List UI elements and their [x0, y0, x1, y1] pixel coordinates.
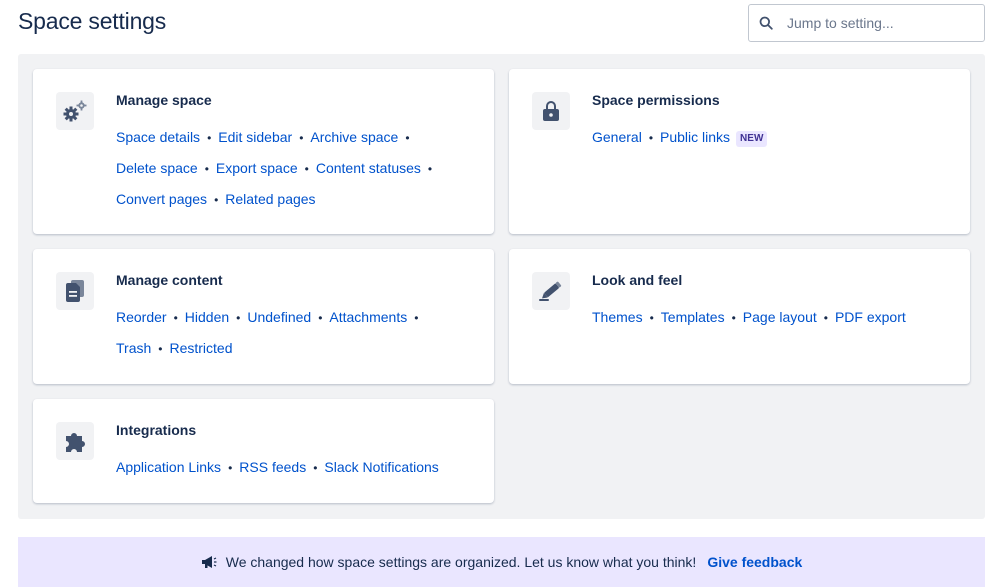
separator-dot: •	[427, 162, 433, 176]
link-slack-notifications[interactable]: Slack Notifications	[324, 459, 438, 475]
link-related-pages[interactable]: Related pages	[225, 191, 315, 207]
card-integrations: Integrations Application Links • RSS feeds…	[33, 399, 494, 503]
link-content-statuses[interactable]: Content statuses	[316, 160, 421, 176]
card-links: Space details • Edit sidebar • Archive space…	[116, 122, 439, 215]
link-delete-space[interactable]: Delete space	[116, 160, 198, 176]
link-trash[interactable]: Trash	[116, 340, 151, 356]
card-look-and-feel: Look and feel Themes • Templates • Page layo…	[509, 249, 970, 384]
card-space-permissions: Space permissions General • Public links NE…	[509, 69, 970, 234]
give-feedback-link[interactable]: Give feedback	[707, 554, 802, 570]
pencil-icon	[532, 272, 570, 310]
link-application-links[interactable]: Application Links	[116, 459, 221, 475]
separator-dot: •	[204, 162, 209, 176]
lock-icon	[532, 92, 570, 130]
link-space-details[interactable]: Space details	[116, 129, 200, 145]
jump-to-setting-search[interactable]	[748, 4, 985, 42]
separator-dot: •	[405, 131, 410, 145]
separator-dot: •	[214, 193, 219, 207]
link-undefined[interactable]: Undefined	[247, 309, 311, 325]
card-manage-space: Manage space Space details • Edit sidebar •…	[33, 69, 494, 234]
separator-dot: •	[228, 461, 233, 475]
megaphone-icon	[201, 555, 217, 569]
search-icon	[758, 15, 774, 31]
card-title: Integrations	[116, 422, 197, 438]
separator-dot: •	[158, 342, 163, 356]
card-links: Application Links • RSS feeds • Slack Notifi…	[116, 452, 439, 483]
separator-dot: •	[304, 162, 309, 176]
gears-icon	[56, 92, 94, 130]
search-input[interactable]	[787, 15, 967, 31]
separator-dot: •	[299, 131, 304, 145]
link-restricted[interactable]: Restricted	[169, 340, 232, 356]
link-hidden[interactable]: Hidden	[185, 309, 229, 325]
link-rss-feeds[interactable]: RSS feeds	[239, 459, 306, 475]
card-title: Look and feel	[592, 272, 683, 288]
puzzle-icon	[56, 422, 94, 460]
card-title: Manage space	[116, 92, 212, 108]
link-convert-pages[interactable]: Convert pages	[116, 191, 207, 207]
separator-dot: •	[414, 311, 419, 325]
link-export-space[interactable]: Export space	[216, 160, 298, 176]
separator-dot: •	[318, 311, 323, 325]
card-title: Space permissions	[592, 92, 720, 108]
link-attachments[interactable]: Attachments	[329, 309, 407, 325]
link-general[interactable]: General	[592, 129, 642, 145]
banner-message: We changed how space settings are organi…	[225, 554, 697, 570]
new-badge: NEW	[736, 131, 768, 147]
separator-dot: •	[823, 311, 828, 325]
separator-dot: •	[648, 131, 654, 145]
link-pdf-export[interactable]: PDF export	[835, 309, 906, 325]
card-links: General • Public links NEW	[592, 122, 768, 153]
separator-dot: •	[173, 311, 178, 325]
card-links: Reorder • Hidden • Undefined • Attachments • Tr…	[116, 302, 425, 364]
card-manage-content: Manage content Reorder • Hidden • Undefined •…	[33, 249, 494, 384]
link-themes[interactable]: Themes	[592, 309, 643, 325]
separator-dot: •	[236, 311, 241, 325]
separator-dot: •	[313, 461, 318, 475]
separator-dot: •	[731, 311, 736, 325]
documents-icon	[56, 272, 94, 310]
link-archive-space[interactable]: Archive space	[310, 129, 398, 145]
card-links: Themes • Templates • Page layout • PDF export	[592, 302, 906, 333]
link-templates[interactable]: Templates	[661, 309, 725, 325]
link-page-layout[interactable]: Page layout	[743, 309, 817, 325]
page-title: Space settings	[18, 8, 167, 34]
settings-panel: Manage space Space details • Edit sidebar •…	[18, 54, 985, 519]
link-public-links[interactable]: Public links	[660, 129, 730, 145]
link-edit-sidebar[interactable]: Edit sidebar	[218, 129, 292, 145]
link-reorder[interactable]: Reorder	[116, 309, 167, 325]
feedback-banner: We changed how space settings are organi…	[18, 537, 985, 587]
card-title: Manage content	[116, 272, 223, 288]
separator-dot: •	[207, 131, 212, 145]
separator-dot: •	[649, 311, 654, 325]
